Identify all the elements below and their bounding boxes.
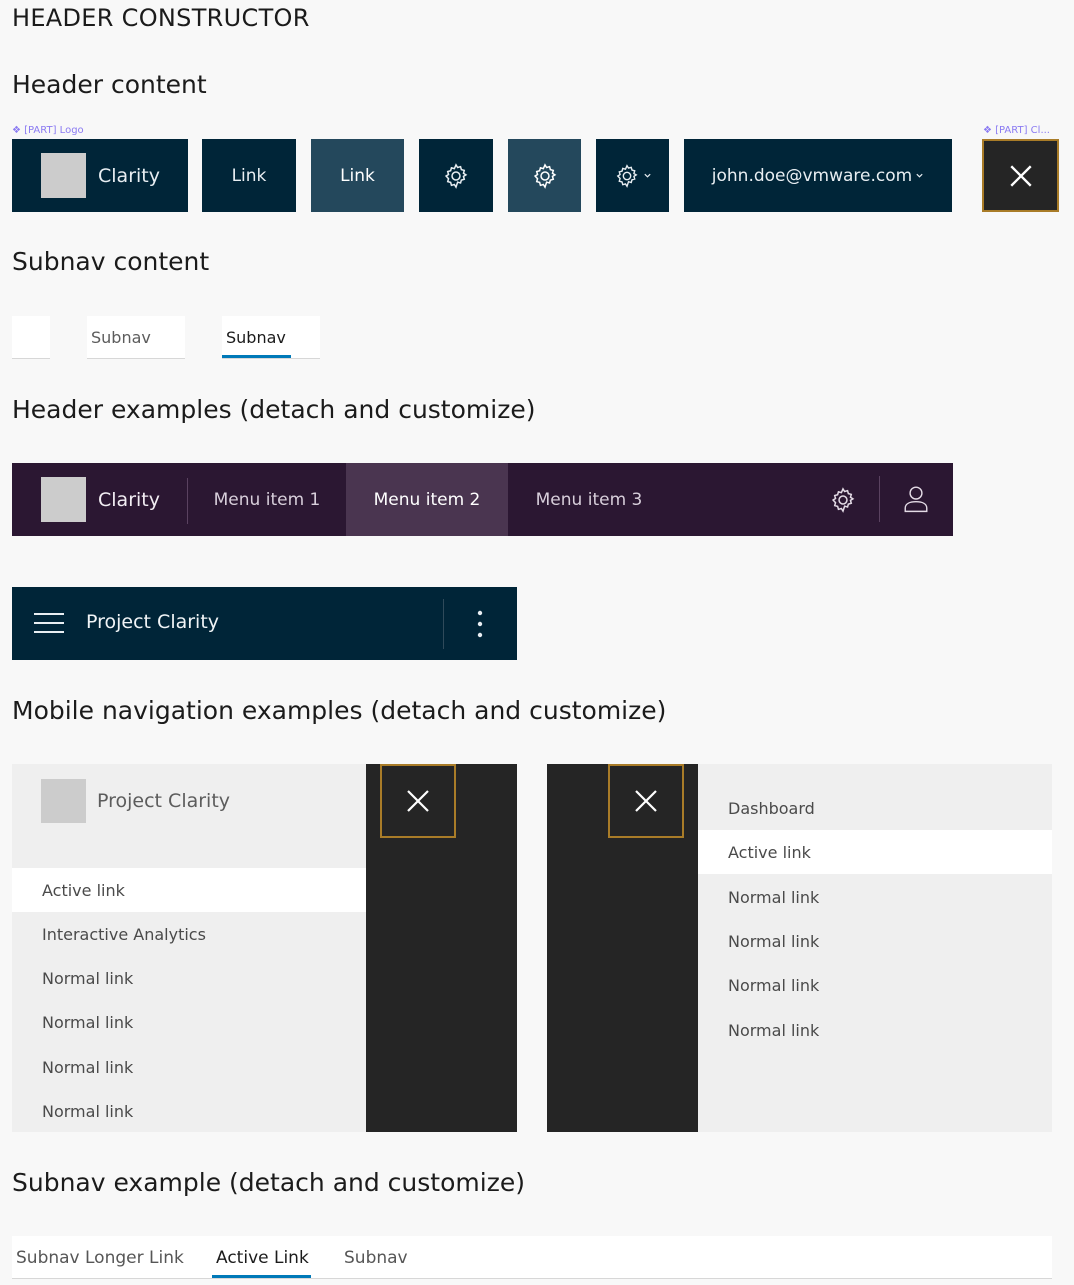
header-link-active-label: Link <box>340 165 375 186</box>
header-link-label: Link <box>231 165 267 186</box>
subnav-tab-label: Subnav Longer Link <box>16 1247 184 1268</box>
header-close-part[interactable] <box>982 139 1059 212</box>
logo-text: Clarity <box>98 164 160 187</box>
header-link-active[interactable]: Link <box>311 139 404 212</box>
mobile-nav-panel-1: Project Clarity Active link Interactive … <box>12 764 366 1132</box>
mobile-nav-link[interactable]: Normal link <box>698 1008 1052 1052</box>
header-link[interactable]: Link <box>202 139 296 212</box>
brand[interactable]: Project Clarity <box>41 779 230 823</box>
subnav-item-active-label: Subnav <box>226 327 286 347</box>
link-label: Normal link <box>728 1020 820 1040</box>
brand-text: Clarity <box>98 488 160 511</box>
mobile-nav-link[interactable]: Normal link <box>12 1089 366 1133</box>
header-user-dropdown[interactable]: john.doe@vmware.com <box>684 139 952 212</box>
close-button[interactable] <box>608 764 684 838</box>
mobile-nav-link[interactable]: Normal link <box>698 963 1052 1007</box>
mobile-nav-link[interactable]: Normal link <box>12 956 366 1000</box>
link-label: Dashboard <box>728 798 815 818</box>
mobile-nav-panel-2: Dashboard Active link Normal link Normal… <box>698 764 1052 1132</box>
menu-icon <box>34 611 64 635</box>
menu-item-3[interactable]: Menu item 3 <box>508 463 670 536</box>
menu-item-1[interactable]: Menu item 1 <box>188 463 346 536</box>
mobile-nav-link[interactable]: Normal link <box>12 1000 366 1044</box>
link-label: Normal link <box>42 1057 134 1077</box>
subnav-empty-part <box>12 316 50 359</box>
subnav-tab-active[interactable]: Active Link <box>212 1236 311 1279</box>
subnav-tab-label: Subnav <box>344 1247 408 1268</box>
gear-icon <box>829 486 857 514</box>
link-label: Normal link <box>42 1012 134 1032</box>
settings-button[interactable] <box>829 486 857 514</box>
chevron-down-icon <box>643 171 652 180</box>
link-label: Normal link <box>728 931 820 951</box>
subnav-item-label: Subnav <box>91 327 151 347</box>
section-heading-subnav-content: Subnav content <box>12 247 210 276</box>
section-heading-mobile-examples: Mobile navigation examples (detach and c… <box>12 696 667 725</box>
subnav-tab[interactable]: Subnav Longer Link <box>16 1236 184 1279</box>
subnav-tab[interactable]: Subnav <box>344 1236 408 1279</box>
header-example-mobile: Project Clarity <box>12 587 517 660</box>
part-label-logo: ❖ [PART] Logo <box>12 125 84 136</box>
logo-placeholder <box>41 153 86 198</box>
header-settings-button[interactable] <box>419 139 493 212</box>
hamburger-button[interactable] <box>34 611 64 635</box>
header-settings-button-active[interactable] <box>508 139 581 212</box>
section-heading-header-examples: Header examples (detach and customize) <box>12 395 536 424</box>
part-label-close: ❖ [PART] Cl... <box>983 125 1050 136</box>
link-label: Active link <box>728 842 811 862</box>
user-button[interactable] <box>903 485 929 513</box>
user-email: john.doe@vmware.com <box>711 165 913 186</box>
link-label: Normal link <box>728 975 820 995</box>
active-underline <box>212 1275 311 1278</box>
divider <box>879 476 880 522</box>
header-example-purple: Clarity Menu item 1 Menu item 2 Menu ite… <box>12 463 953 536</box>
mobile-nav-link-active[interactable]: Active link <box>12 868 366 912</box>
more-vertical-icon <box>474 609 486 639</box>
mobile-nav-link[interactable]: Interactive Analytics <box>12 912 366 956</box>
brand-text: Project Clarity <box>97 790 231 812</box>
mobile-nav-link[interactable]: Normal link <box>698 875 1052 919</box>
menu-item-2-label: Menu item 2 <box>373 489 481 510</box>
overflow-menu-button[interactable] <box>474 609 486 639</box>
gear-icon <box>614 163 640 189</box>
chevron-down-icon <box>915 171 924 180</box>
subnav-tab-label: Active Link <box>216 1247 309 1268</box>
subnav-item-active[interactable]: Subnav <box>222 316 320 359</box>
logo-placeholder <box>41 477 86 522</box>
link-label: Interactive Analytics <box>42 924 206 944</box>
header-settings-dropdown[interactable] <box>596 139 669 212</box>
subnav-item[interactable]: Subnav <box>87 316 185 359</box>
page-title: HEADER CONSTRUCTOR <box>12 4 310 32</box>
menu-item-2-active[interactable]: Menu item 2 <box>346 463 508 536</box>
brand[interactable]: Clarity <box>41 477 160 522</box>
user-icon <box>903 485 929 513</box>
project-title: Project Clarity <box>86 611 220 633</box>
link-label: Normal link <box>42 1101 134 1121</box>
menu-item-3-label: Menu item 3 <box>535 489 643 510</box>
link-label: Normal link <box>728 887 820 907</box>
mobile-nav-link[interactable]: Dashboard <box>698 786 1052 830</box>
gear-icon <box>531 162 559 190</box>
section-heading-header-content: Header content <box>12 70 207 99</box>
divider <box>443 599 444 649</box>
section-heading-subnav-example: Subnav example (detach and customize) <box>12 1168 525 1197</box>
link-label: Active link <box>42 880 125 900</box>
mobile-overlay-2 <box>547 764 698 1132</box>
close-icon <box>1008 163 1034 189</box>
mobile-nav-link[interactable]: Normal link <box>12 1045 366 1089</box>
gear-icon <box>442 162 470 190</box>
close-icon <box>406 789 430 813</box>
menu-item-1-label: Menu item 1 <box>213 489 321 510</box>
mobile-overlay-1 <box>366 764 517 1132</box>
close-icon <box>634 789 658 813</box>
mobile-nav-link[interactable]: Normal link <box>698 919 1052 963</box>
active-underline <box>222 355 291 358</box>
header-logo-part[interactable]: Clarity <box>12 139 188 212</box>
logo-placeholder <box>41 779 86 823</box>
link-label: Normal link <box>42 968 134 988</box>
close-button[interactable] <box>380 764 456 838</box>
mobile-nav-link-active[interactable]: Active link <box>698 830 1052 874</box>
